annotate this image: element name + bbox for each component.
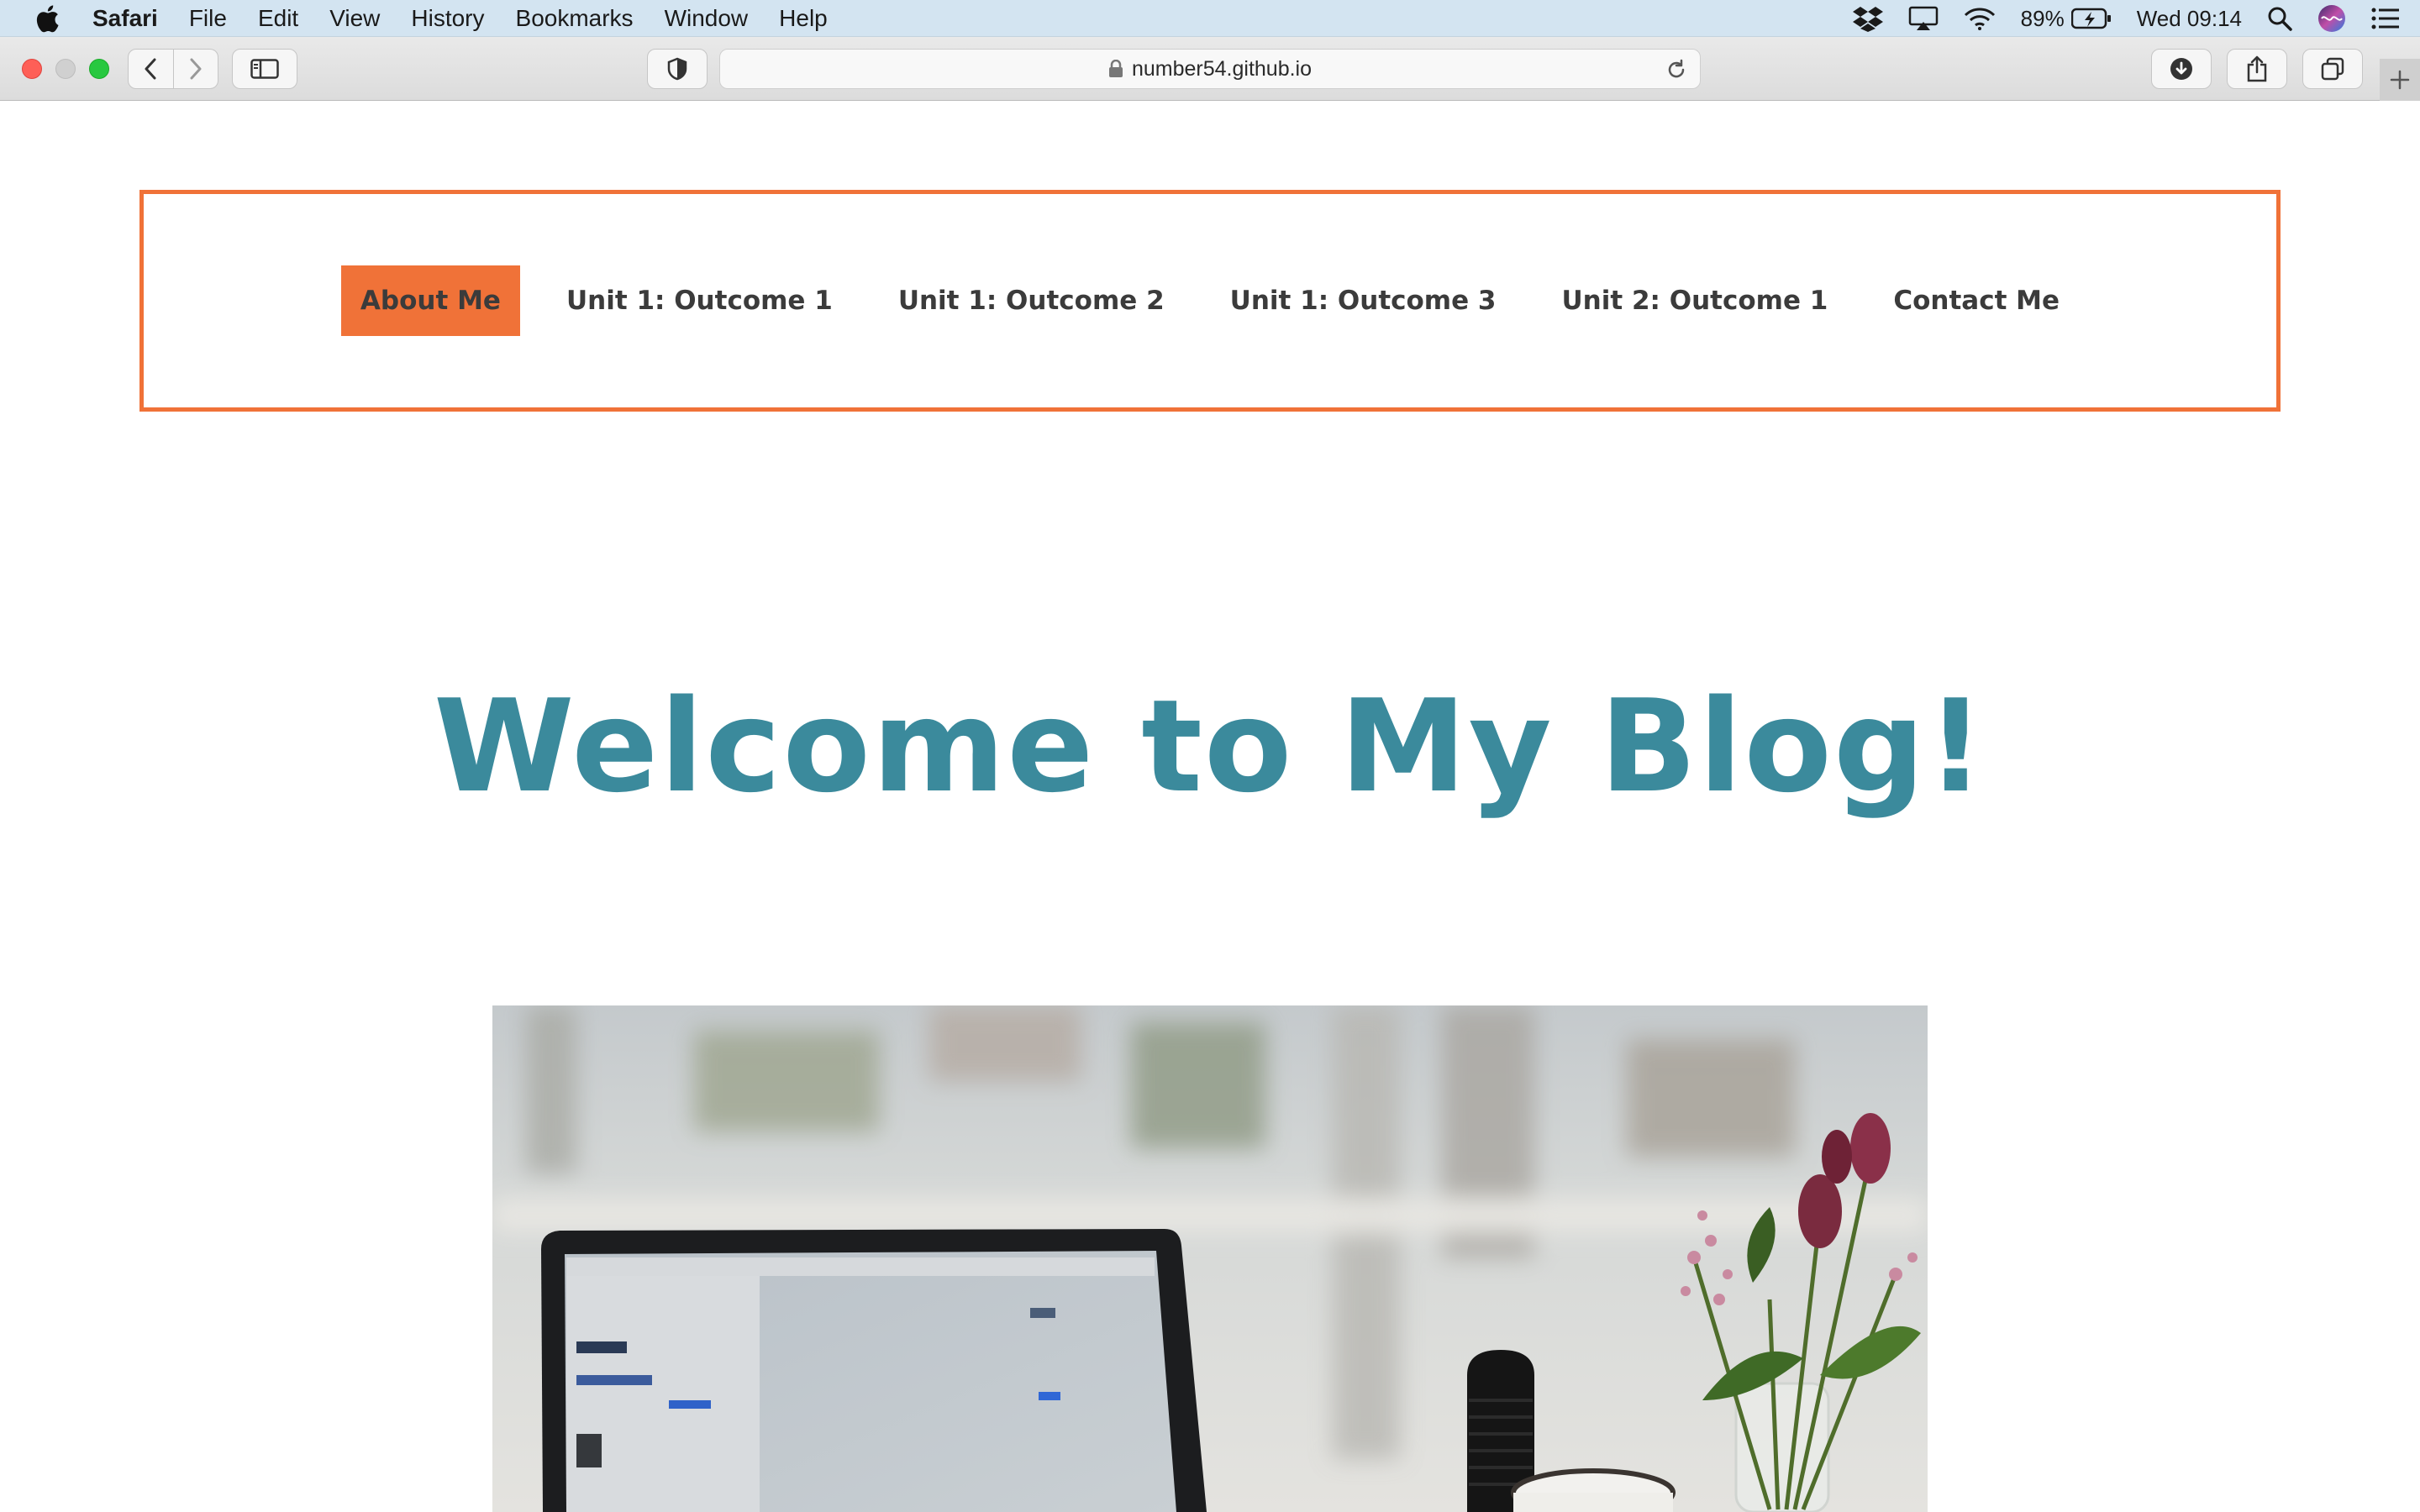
- site-navigation: About Me Unit 1: Outcome 1 Unit 1: Outco…: [139, 190, 2281, 412]
- battery-percent: 89%: [2020, 5, 2065, 31]
- url-text: number54.github.io: [1131, 56, 1313, 81]
- download-icon: [2170, 58, 2192, 80]
- nav-link-unit2-outcome1[interactable]: Unit 2: Outcome 1: [1543, 265, 1848, 336]
- control-center-icon[interactable]: [2371, 8, 2400, 29]
- tabs-icon: [2321, 57, 2344, 81]
- privacy-report-button[interactable]: [647, 49, 708, 89]
- tab-overview-button[interactable]: [2302, 49, 2363, 89]
- history-nav-group: [128, 49, 218, 89]
- back-button[interactable]: [129, 50, 173, 88]
- menu-bar: Safari File Edit View History Bookmarks …: [0, 0, 2420, 37]
- address-bar[interactable]: number54.github.io: [719, 49, 1701, 89]
- new-tab-button[interactable]: [2380, 59, 2420, 101]
- menu-app-name[interactable]: Safari: [92, 5, 158, 32]
- spotlight-icon[interactable]: [2267, 6, 2292, 31]
- siri-icon[interactable]: [2317, 4, 2346, 33]
- apple-icon[interactable]: [32, 3, 62, 34]
- menu-edit[interactable]: Edit: [258, 5, 298, 32]
- lock-icon: [1108, 60, 1123, 78]
- menu-history[interactable]: History: [411, 5, 484, 32]
- forward-icon: [190, 58, 202, 80]
- menu-view[interactable]: View: [329, 5, 380, 32]
- menu-file[interactable]: File: [189, 5, 227, 32]
- nav-link-contact-me[interactable]: Contact Me: [1874, 265, 2079, 336]
- nav-link-about-me[interactable]: About Me: [340, 265, 520, 336]
- menu-bookmarks[interactable]: Bookmarks: [516, 5, 634, 32]
- sidebar-icon: [250, 59, 279, 79]
- battery-icon[interactable]: [2070, 8, 2112, 29]
- nav-link-unit1-outcome2[interactable]: Unit 1: Outcome 2: [879, 265, 1184, 336]
- airplay-icon[interactable]: [1908, 6, 1939, 31]
- menu-window[interactable]: Window: [665, 5, 749, 32]
- share-icon: [2247, 55, 2267, 82]
- plus-icon: [2390, 70, 2410, 90]
- menu-help[interactable]: Help: [779, 5, 828, 32]
- hero-image: [492, 1005, 1928, 1512]
- forward-button[interactable]: [173, 50, 218, 88]
- downloads-button[interactable]: [2151, 49, 2212, 89]
- close-window-button[interactable]: [22, 59, 42, 79]
- minimize-window-button[interactable]: [55, 59, 76, 79]
- back-icon: [145, 58, 156, 80]
- nav-link-unit1-outcome3[interactable]: Unit 1: Outcome 3: [1211, 265, 1516, 336]
- browser-toolbar: number54.github.io: [0, 37, 2420, 101]
- reload-icon[interactable]: [1665, 58, 1688, 81]
- zoom-window-button[interactable]: [89, 59, 109, 79]
- photo-laptop-coffee-flowers: [492, 1005, 1928, 1512]
- share-button[interactable]: [2227, 49, 2287, 89]
- nav-link-unit1-outcome1[interactable]: Unit 1: Outcome 1: [547, 265, 852, 336]
- shield-icon: [667, 57, 687, 81]
- dropbox-icon[interactable]: [1852, 5, 1883, 32]
- clock[interactable]: Wed 09:14: [2137, 6, 2242, 32]
- sidebar-button[interactable]: [232, 49, 297, 89]
- wifi-icon[interactable]: [1964, 7, 1996, 30]
- page-title: Welcome to My Blog!: [433, 672, 1987, 821]
